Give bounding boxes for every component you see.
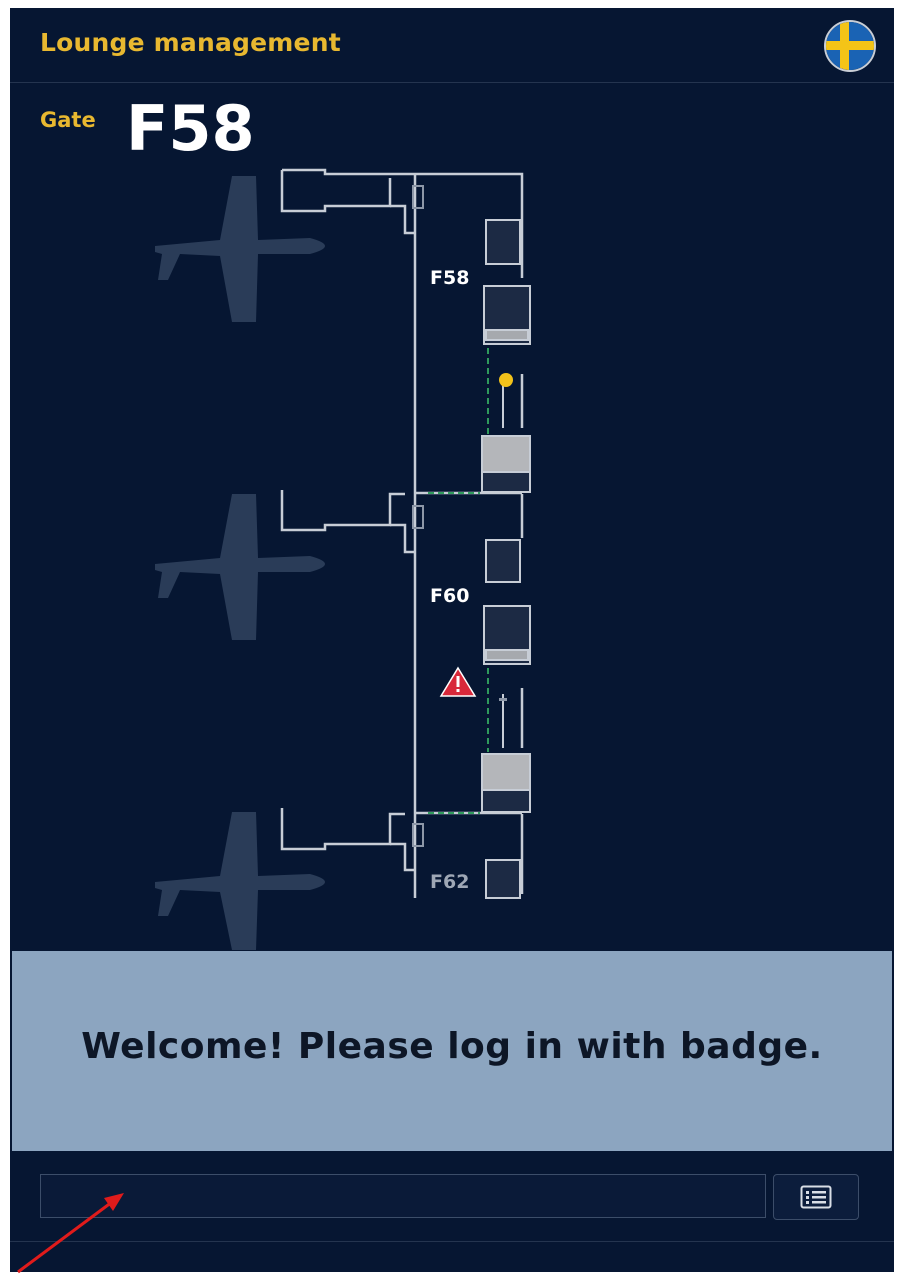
airplane-icon [155, 812, 325, 950]
badge-input[interactable] [40, 1174, 766, 1218]
list-icon [800, 1185, 832, 1209]
gate-tag-f62: F62 [430, 871, 469, 893]
gate-number: F58 [126, 92, 255, 165]
gate-tag-f58: F58 [430, 267, 469, 289]
header-bar: Lounge management [10, 8, 894, 83]
sweden-flag-icon[interactable] [824, 20, 876, 72]
airplane-icon [155, 494, 325, 640]
footer-divider [10, 1241, 894, 1242]
welcome-message: Welcome! Please log in with badge. [81, 1026, 823, 1067]
app-window: Lounge management F58 F60 F62 Gate F58 W… [10, 8, 894, 1272]
gate-label: Gate [40, 108, 96, 132]
warning-icon[interactable] [439, 666, 477, 697]
status-dot-icon[interactable] [499, 373, 513, 387]
app-title: Lounge management [40, 28, 341, 57]
gate-tag-f60: F60 [430, 585, 469, 607]
airplane-icon [155, 176, 325, 322]
list-button[interactable] [773, 1174, 859, 1220]
message-panel: Welcome! Please log in with badge. [12, 951, 892, 1151]
